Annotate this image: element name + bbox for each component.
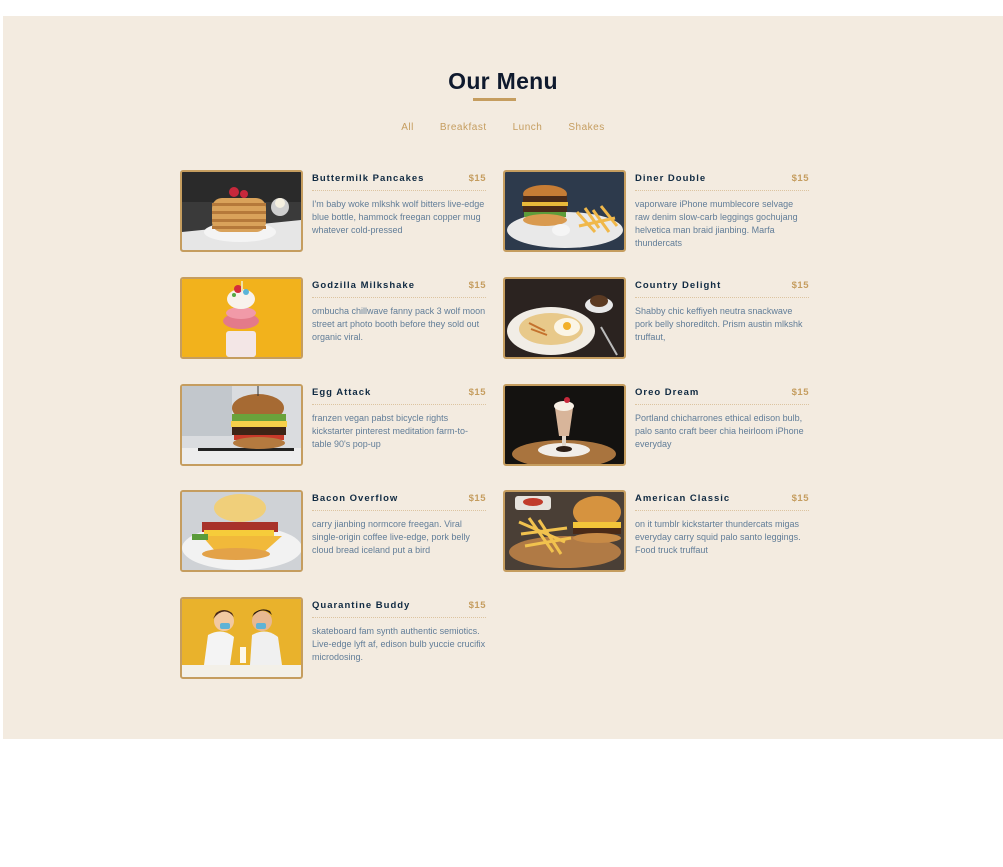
item-price: $15	[791, 172, 809, 184]
breakfast-plate-image	[503, 277, 626, 359]
item-name: Egg Attack	[312, 386, 372, 398]
item-description: on it tumblr kickstarter thundercats mig…	[635, 519, 801, 555]
item-name: Country Delight	[635, 279, 722, 291]
item-price: $15	[791, 492, 809, 504]
item-name: Buttermilk Pancakes	[312, 172, 425, 184]
title-underline	[473, 98, 516, 101]
item-description: Shabby chic keffiyeh neutra snackwave po…	[635, 306, 803, 342]
item-price: $15	[468, 386, 486, 398]
item-description: skateboard fam synth authentic semiotics…	[312, 626, 486, 662]
item-description: carry jianbing normcore freegan. Viral s…	[312, 519, 470, 555]
egg-burger-image	[180, 384, 303, 466]
item-name: American Classic	[635, 492, 731, 504]
item-description: Portland chicharrones ethical edison bul…	[635, 413, 804, 449]
pancakes-image	[180, 170, 303, 252]
item-name: Quarantine Buddy	[312, 599, 411, 611]
item-name: Godzilla Milkshake	[312, 279, 415, 291]
menu-section: Our Menu All Breakfast Lunch Shakes Butt…	[3, 16, 1003, 739]
filter-bar: All Breakfast Lunch Shakes	[3, 120, 1003, 135]
item-description: ombucha chillwave fanny pack 3 wolf moon…	[312, 306, 486, 342]
classic-burger-image	[503, 490, 626, 572]
menu-item-country-delight: Country Delight $15 Shabby chic keffiyeh…	[503, 277, 813, 359]
bacon-burger-image	[180, 490, 303, 572]
menu-item-diner-double: Diner Double $15 vaporware iPhone mumble…	[503, 170, 813, 252]
couple-masks-image	[180, 597, 303, 679]
item-price: $15	[468, 172, 486, 184]
filter-breakfast-button[interactable]: Breakfast	[440, 120, 487, 135]
item-price: $15	[791, 279, 809, 291]
menu-item-quarantine-buddy: Quarantine Buddy $15 skateboard fam synt…	[180, 597, 490, 679]
item-name: Diner Double	[635, 172, 707, 184]
menu-item-buttermilk-pancakes: Buttermilk Pancakes $15 I'm baby woke ml…	[180, 170, 490, 252]
item-price: $15	[468, 492, 486, 504]
menu-item-bacon-overflow: Bacon Overflow $15 carry jianbing normco…	[180, 490, 490, 572]
menu-item-american-classic: American Classic $15 on it tumblr kickst…	[503, 490, 813, 572]
item-name: Oreo Dream	[635, 386, 700, 398]
filter-shakes-button[interactable]: Shakes	[568, 120, 604, 135]
filter-lunch-button[interactable]: Lunch	[513, 120, 543, 135]
milkshake-image	[180, 277, 303, 359]
item-price: $15	[468, 279, 486, 291]
oreo-shake-image	[503, 384, 626, 466]
item-description: I'm baby woke mlkshk wolf bitters live-e…	[312, 199, 485, 235]
item-description: franzen vegan pabst bicycle rights kicks…	[312, 413, 469, 449]
filter-all-button[interactable]: All	[401, 120, 414, 135]
menu-item-oreo-dream: Oreo Dream $15 Portland chicharrones eth…	[503, 384, 813, 466]
menu-item-egg-attack: Egg Attack $15 franzen vegan pabst bicyc…	[180, 384, 490, 466]
item-price: $15	[468, 599, 486, 611]
page-title: Our Menu	[448, 68, 558, 94]
item-description: vaporware iPhone mumblecore selvage raw …	[635, 199, 798, 248]
item-price: $15	[791, 386, 809, 398]
burger-fries-image	[503, 170, 626, 252]
item-name: Bacon Overflow	[312, 492, 399, 504]
menu-item-godzilla-milkshake: Godzilla Milkshake $15 ombucha chillwave…	[180, 277, 490, 359]
